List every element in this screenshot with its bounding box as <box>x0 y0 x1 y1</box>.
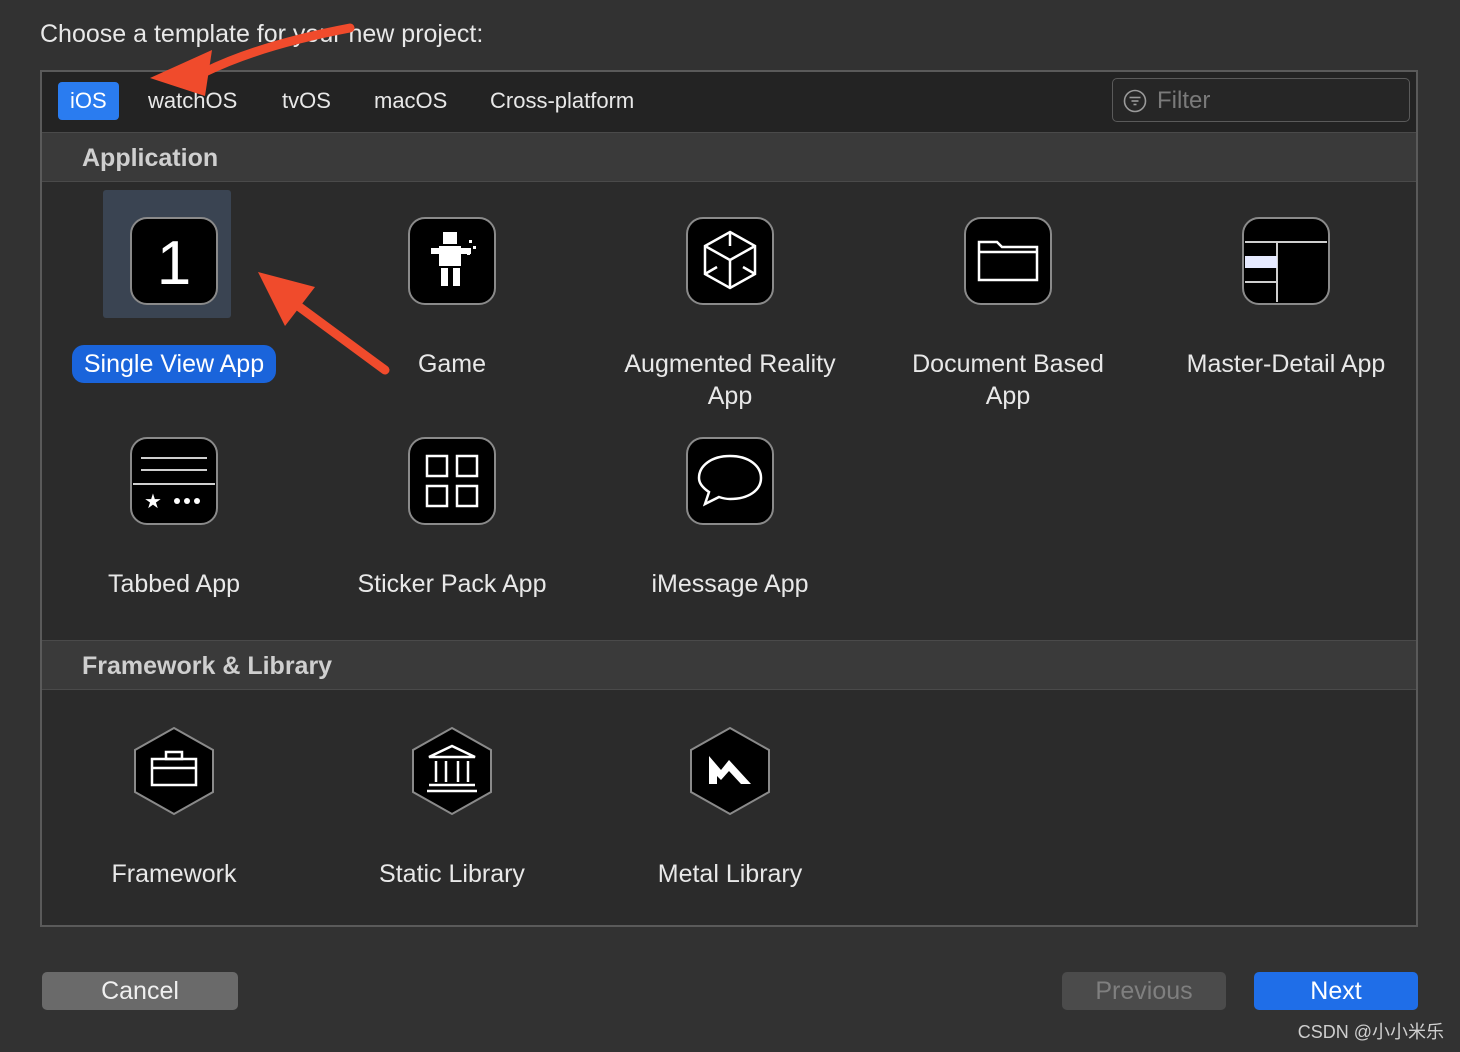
platform-tab-bar: iOS watchOS tvOS macOS Cross-platform <box>42 72 1416 133</box>
single-view-app-icon: 1 <box>130 217 218 305</box>
tabbed-app-icon: ★ <box>130 437 218 525</box>
template-label: Single View App <box>54 345 294 383</box>
tab-watchos[interactable]: watchOS <box>136 82 249 120</box>
tab-ios[interactable]: iOS <box>58 82 119 120</box>
augmented-reality-icon <box>686 217 774 305</box>
template-label: Sticker Pack App <box>357 570 547 598</box>
section-header-application: Application <box>42 132 1416 182</box>
template-label: Master-Detail App <box>1186 350 1386 378</box>
game-icon <box>408 217 496 305</box>
template-label: Metal Library <box>657 860 803 888</box>
master-detail-icon <box>1242 217 1330 305</box>
template-label: Game <box>417 350 487 378</box>
tab-tvos[interactable]: tvOS <box>270 82 343 120</box>
bank-building-icon <box>412 726 492 816</box>
filter-input[interactable] <box>1155 83 1399 119</box>
toolbox-icon <box>134 726 214 816</box>
cancel-button[interactable]: Cancel <box>42 972 238 1010</box>
template-label: Static Library <box>379 860 525 888</box>
previous-button[interactable]: Previous <box>1062 972 1226 1010</box>
template-panel: iOS watchOS tvOS macOS Cross-platform Ap… <box>40 70 1418 927</box>
svg-text:★: ★ <box>144 489 162 513</box>
dialog-heading: Choose a template for your new project: <box>40 20 484 48</box>
watermark: CSDN @小小米乐 <box>1297 1022 1444 1042</box>
template-label: Framework <box>111 860 237 888</box>
next-button[interactable]: Next <box>1254 972 1418 1010</box>
section-header-framework-library: Framework & Library <box>42 640 1416 690</box>
filter-field[interactable] <box>1112 78 1410 122</box>
document-folder-icon <box>964 217 1052 305</box>
svg-text:1: 1 <box>157 229 191 298</box>
template-label: iMessage App <box>651 570 809 598</box>
metal-icon <box>690 726 770 816</box>
template-label: Document Based App <box>912 350 1104 410</box>
sticker-grid-icon <box>408 437 496 525</box>
message-bubble-icon <box>686 437 774 525</box>
tab-cross-platform[interactable]: Cross-platform <box>478 82 646 120</box>
filter-icon <box>1123 89 1147 113</box>
template-label: Augmented Reality App <box>624 350 836 410</box>
template-label: Tabbed App <box>107 570 241 598</box>
tab-macos[interactable]: macOS <box>362 82 459 120</box>
